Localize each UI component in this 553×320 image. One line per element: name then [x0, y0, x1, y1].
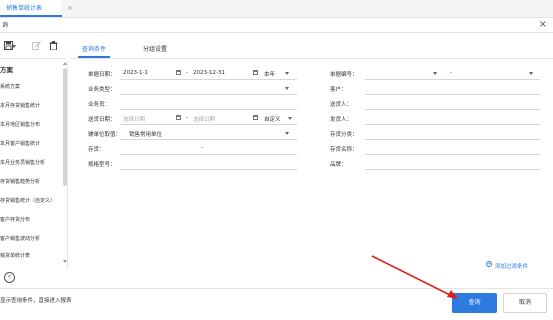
- ship-date-to-input[interactable]: 选择日期: [193, 115, 215, 123]
- range-separator: -: [201, 145, 203, 151]
- sidebar-item[interactable]: 本月存货销售统计: [0, 99, 60, 113]
- shipper-label: 送货人：: [330, 102, 353, 108]
- close-icon[interactable]: ×: [539, 18, 547, 32]
- doc-no-input[interactable]: [365, 79, 540, 80]
- sender-input[interactable]: [365, 124, 540, 125]
- collapse-sidebar-icon[interactable]: <: [4, 272, 15, 283]
- chevron-down-icon[interactable]: [12, 45, 16, 48]
- salesman-label: 业务员：: [88, 102, 111, 108]
- tab-sales-report[interactable]: 销售单统计表: [0, 0, 62, 17]
- chevron-down-icon[interactable]: [285, 87, 289, 90]
- inv-name-label: 存货名称：: [330, 147, 358, 153]
- calendar-icon[interactable]: [253, 115, 258, 120]
- sidebar-item[interactable]: 本月客户销售统计: [0, 137, 60, 151]
- sidebar-item[interactable]: 存货销售统计（自定义）: [0, 194, 60, 208]
- calendar-icon[interactable]: [176, 70, 181, 75]
- sidebar-item[interactable]: 存货销售趋势分析: [0, 175, 60, 189]
- scheme-sidebar: 方案 系统方案 本月存货销售统计 本月地区销售分布 本月客户销售统计 本月业务员…: [0, 60, 68, 268]
- trash-icon[interactable]: [47, 41, 59, 53]
- field-underline: [120, 139, 297, 140]
- field-underline: [120, 79, 297, 80]
- inv-category-label: 存货分类：: [330, 132, 358, 138]
- chevron-down-icon[interactable]: [285, 72, 289, 75]
- calendar-icon[interactable]: [253, 70, 258, 75]
- date-range-separator: -: [186, 70, 188, 76]
- scroll-down-icon[interactable]: [63, 260, 67, 263]
- biz-type-select[interactable]: [120, 94, 297, 95]
- inv-category-input[interactable]: [365, 139, 540, 140]
- doc-date-to-input[interactable]: 2023-12-31: [193, 70, 225, 76]
- sidebar-item[interactable]: 销货单统计表: [0, 249, 60, 263]
- customer-label: 客户：: [330, 87, 347, 93]
- aux-unit-label: 辅单位取值：: [88, 132, 122, 138]
- doc-date-period-select[interactable]: 本年: [264, 70, 275, 78]
- inventory-input[interactable]: [120, 154, 297, 155]
- query-button[interactable]: 查询: [452, 293, 497, 313]
- chevron-down-icon[interactable]: [288, 117, 292, 120]
- sidebar-scrollbar[interactable]: [63, 68, 67, 186]
- sidebar-item[interactable]: 客户存货分布: [0, 213, 60, 227]
- scheme-toolbar: [0, 36, 66, 59]
- field-underline: [120, 124, 297, 125]
- sidebar-item[interactable]: 系统方案: [0, 80, 60, 94]
- brand-label: 品牌：: [330, 162, 347, 168]
- biz-type-label: 业务类型：: [88, 87, 116, 93]
- tab-close-icon[interactable]: ×: [67, 0, 73, 17]
- spec-input[interactable]: [120, 169, 297, 170]
- ship-date-period-select[interactable]: 自定义: [264, 115, 281, 123]
- aux-unit-select[interactable]: 销售常用单位: [129, 130, 162, 138]
- range-separator: -: [450, 70, 452, 76]
- spec-label: 规格型号：: [88, 162, 116, 168]
- salesman-input[interactable]: [120, 109, 297, 110]
- doc-date-label: 单据日期：: [88, 72, 116, 78]
- chevron-down-icon[interactable]: [285, 132, 289, 135]
- scroll-up-icon[interactable]: [63, 62, 67, 65]
- tab-query-conditions[interactable]: 查询条件: [78, 42, 111, 58]
- tab-group-settings[interactable]: 分组设置: [143, 42, 167, 58]
- sidebar-item[interactable]: 客户销售波动分析: [0, 232, 60, 246]
- brand-input[interactable]: [365, 169, 540, 170]
- shipper-input[interactable]: [365, 109, 540, 110]
- inv-name-input[interactable]: [365, 154, 540, 155]
- tab-label: 销售单统计表: [6, 5, 43, 12]
- cancel-button[interactable]: 取消: [503, 293, 547, 313]
- dialog-title: 询: [2, 22, 9, 29]
- date-range-separator: -: [186, 115, 188, 121]
- add-filter-link[interactable]: 添加过滤条件: [495, 262, 528, 270]
- sidebar-header: 方案: [0, 66, 13, 74]
- chevron-down-icon[interactable]: [529, 72, 533, 75]
- sidebar-item[interactable]: 本月地区销售分布: [0, 118, 60, 132]
- inventory-label: 存货：: [88, 147, 105, 153]
- sender-label: 发货人：: [330, 117, 353, 123]
- calendar-icon[interactable]: [176, 115, 181, 120]
- document-tabstrip: 销售单统计表 ×: [0, 0, 553, 18]
- sidebar-item[interactable]: 本月业务员销售分析: [0, 156, 60, 170]
- doc-no-label: 单据编号：: [330, 72, 358, 78]
- chevron-down-icon[interactable]: [433, 72, 437, 75]
- edit-icon[interactable]: [30, 41, 42, 53]
- dialog-footer: 显示查询条件，直接进入报表 查询 取消: [0, 288, 553, 320]
- skip-conditions-hint[interactable]: 显示查询条件，直接进入报表: [0, 296, 72, 304]
- ship-date-label: 送货日期：: [88, 117, 116, 123]
- ship-date-from-input[interactable]: 选择日期: [123, 115, 145, 123]
- dialog-header: 询 ×: [0, 18, 553, 33]
- add-filter-icon[interactable]: +: [486, 261, 492, 267]
- condition-tabs: 查询条件 分组设置: [70, 42, 553, 59]
- customer-input[interactable]: [365, 94, 540, 95]
- doc-date-from-input[interactable]: 2023-1-1: [123, 70, 148, 76]
